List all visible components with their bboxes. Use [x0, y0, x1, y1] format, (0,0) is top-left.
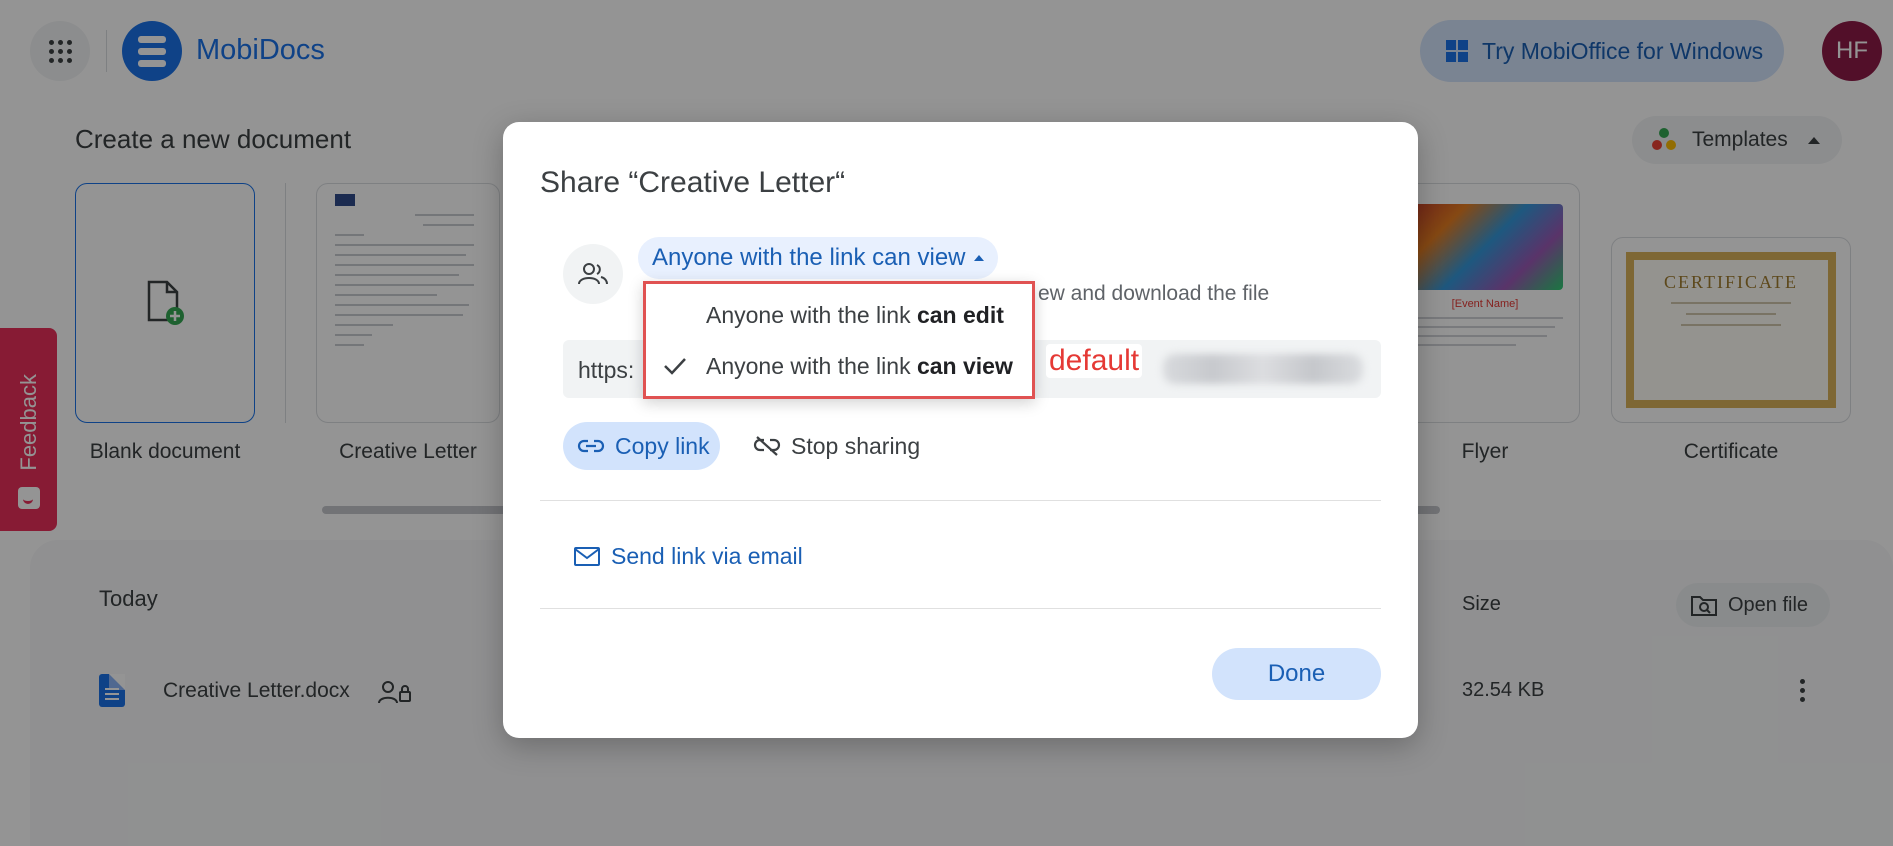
- stop-sharing-label: Stop sharing: [791, 432, 921, 459]
- menu-item-can-edit-label: Anyone with the link can edit: [706, 302, 1004, 329]
- menu-item-prefix: Anyone with the link: [706, 301, 917, 328]
- link-access-label: Anyone with the link can view: [652, 244, 966, 271]
- stop-sharing-button[interactable]: Stop sharing: [743, 422, 930, 470]
- menu-item-can-view[interactable]: Anyone with the link can view: [646, 341, 1032, 391]
- link-icon: [577, 439, 605, 453]
- link-access-description: ew and download the file: [1038, 282, 1270, 305]
- default-annotation: default: [1046, 344, 1143, 378]
- checkmark-icon: [664, 358, 686, 375]
- send-link-via-email-button[interactable]: Send link via email: [573, 532, 803, 580]
- divider: [540, 608, 1381, 609]
- link-access-dropdown[interactable]: Anyone with the link can view: [638, 237, 998, 279]
- link-off-icon: [753, 436, 781, 456]
- people-icon-container: [563, 244, 623, 304]
- menu-item-emphasis: can view: [916, 352, 1013, 379]
- menu-item-prefix: Anyone with the link: [706, 352, 917, 379]
- caret-up-icon: [973, 255, 984, 261]
- share-dialog: Share “Creative Letter“ Anyone with the …: [503, 122, 1418, 738]
- menu-item-can-edit[interactable]: Anyone with the link can edit: [646, 290, 1032, 340]
- copy-link-button[interactable]: Copy link: [563, 422, 720, 470]
- divider: [540, 500, 1381, 501]
- mail-icon: [574, 547, 600, 566]
- share-dialog-title: Share “Creative Letter“: [540, 166, 846, 199]
- done-button[interactable]: Done: [1212, 648, 1381, 700]
- send-link-via-email-label: Send link via email: [611, 542, 803, 569]
- link-access-menu: Anyone with the link can edit Anyone wit…: [643, 281, 1035, 399]
- menu-item-can-view-label: Anyone with the link can view: [706, 353, 1013, 380]
- people-icon: [578, 263, 608, 285]
- share-link-prefix: https:: [578, 357, 635, 383]
- share-link-blurred: [1163, 354, 1363, 384]
- menu-item-emphasis: can edit: [916, 301, 1004, 328]
- copy-link-label: Copy link: [615, 432, 710, 459]
